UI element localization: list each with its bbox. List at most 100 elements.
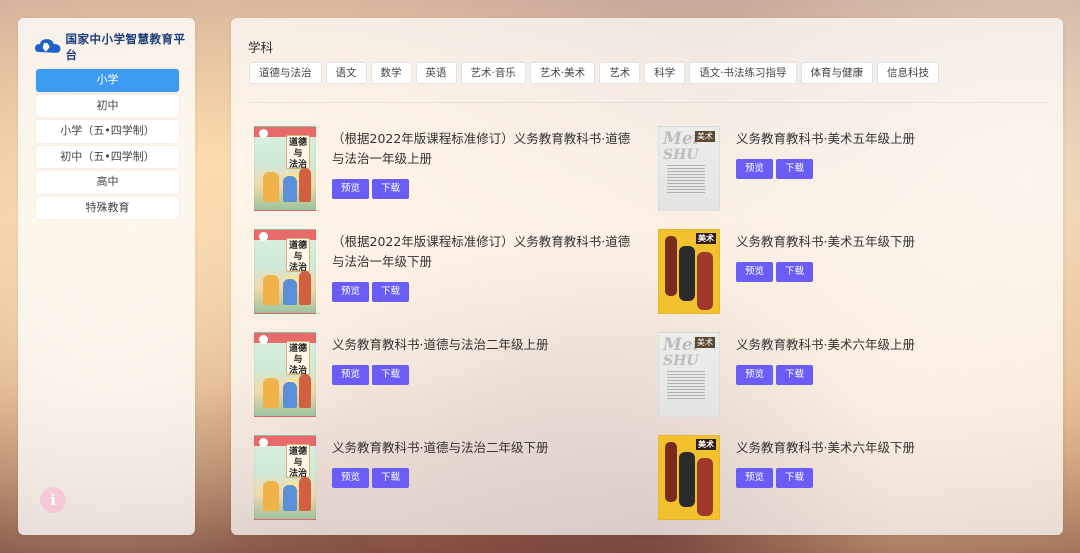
cover-figure — [299, 271, 311, 305]
book-actions: 预览 下载 — [332, 179, 632, 199]
preview-button[interactable]: 预览 — [332, 468, 370, 488]
download-button[interactable]: 下载 — [776, 365, 814, 385]
book-title[interactable]: 义务教育教科书·美术五年级上册 — [736, 129, 915, 149]
cover-title: 道德与法治 — [286, 341, 310, 376]
cover-title: Mei — [663, 129, 700, 149]
book-card: 道德与法治 义务教育教科书·道德与法治二年级上册 预览 下载 — [254, 332, 658, 435]
nav-item-primary-54[interactable]: 小学（五•四学制） — [36, 120, 179, 143]
download-button[interactable]: 下载 — [372, 468, 410, 488]
download-button[interactable]: 下载 — [776, 262, 814, 282]
subject-tab[interactable]: 信息科技 — [877, 62, 940, 84]
subject-tab[interactable]: 道德与法治 — [249, 62, 322, 84]
book-info: 义务教育教科书·美术六年级上册 预览 下载 — [720, 332, 915, 435]
book-cover[interactable]: 道德与法治 — [254, 229, 316, 314]
cover-title-line: 道德 — [288, 241, 307, 251]
book-info: （根据2022年版课程标准修订）义务教育教科书·道德与法治一年级下册 预览 下载 — [316, 229, 632, 332]
book-cover[interactable]: 道德与法治 — [254, 435, 316, 520]
logo-text: 国家中小学智慧教育平台 — [65, 32, 186, 62]
seal-icon — [259, 335, 268, 344]
cover-figure — [283, 176, 297, 202]
cover-figure — [263, 378, 279, 408]
book-title[interactable]: （根据2022年版课程标准修订）义务教育教科书·道德与法治一年级下册 — [332, 232, 632, 272]
subject-tab[interactable]: 英语 — [415, 62, 457, 84]
seal-icon — [259, 129, 268, 138]
book-cover[interactable]: 美术 — [658, 435, 720, 520]
platform-logo-icon — [34, 39, 61, 53]
book-cover[interactable]: 美术 — [658, 229, 720, 314]
nav-item-senior[interactable]: 高中 — [36, 171, 179, 194]
cover-figure — [263, 481, 279, 511]
book-cover[interactable]: 道德与法治 — [254, 332, 316, 417]
book-title[interactable]: 义务教育教科书·道德与法治二年级上册 — [332, 335, 548, 355]
book-card: 道德与法治 义务教育教科书·道德与法治二年级下册 预览 下载 — [254, 435, 658, 538]
nav-item-junior[interactable]: 初中 — [36, 94, 179, 117]
preview-button[interactable]: 预览 — [736, 159, 774, 179]
cover-title-line: 道德 — [288, 344, 307, 354]
preview-button[interactable]: 预览 — [332, 282, 370, 302]
cover-figure — [263, 172, 279, 202]
cover-label: 美术 — [695, 131, 715, 142]
preview-button[interactable]: 预览 — [736, 365, 774, 385]
nav-item-junior-54[interactable]: 初中（五•四学制） — [36, 145, 179, 168]
cover-figure — [697, 458, 713, 516]
cover-figure — [697, 252, 713, 310]
book-actions: 预览 下载 — [736, 159, 915, 179]
book-info: 义务教育教科书·美术五年级上册 预览 下载 — [720, 126, 915, 229]
subject-tab[interactable]: 语文 — [325, 62, 367, 84]
book-card: 道德与法治 （根据2022年版课程标准修订）义务教育教科书·道德与法治一年级上册… — [254, 126, 658, 229]
cover-title-line: 道德 — [288, 138, 307, 148]
subject-tab[interactable]: 体育与健康 — [800, 62, 874, 84]
download-button[interactable]: 下载 — [372, 179, 410, 199]
download-button[interactable]: 下载 — [776, 159, 814, 179]
subject-tab[interactable]: 艺术 — [599, 62, 641, 84]
cover-label: 美术 — [696, 233, 716, 244]
book-actions: 预览 下载 — [736, 468, 915, 488]
cover-title-line: 与 — [293, 355, 303, 365]
cover-figure — [679, 246, 695, 301]
cover-figure — [665, 442, 677, 502]
download-button[interactable]: 下载 — [372, 365, 410, 385]
subject-tab[interactable]: 科学 — [644, 62, 686, 84]
book-cover[interactable]: Mei SHU 美术 — [658, 126, 720, 211]
book-info: 义务教育教科书·美术六年级下册 预览 下载 — [720, 435, 915, 538]
download-button[interactable]: 下载 — [372, 282, 410, 302]
book-actions: 预览 下载 — [736, 262, 915, 282]
book-info: 义务教育教科书·道德与法治二年级下册 预览 下载 — [316, 435, 548, 538]
book-title[interactable]: 义务教育教科书·道德与法治二年级下册 — [332, 438, 548, 458]
preview-button[interactable]: 预览 — [332, 365, 370, 385]
cover-text-block — [667, 165, 705, 195]
subject-tab[interactable]: 艺术·美术 — [529, 62, 596, 84]
cover-text-block — [667, 371, 705, 401]
subject-tab[interactable]: 数学 — [370, 62, 412, 84]
subject-tab[interactable]: 艺术·音乐 — [460, 62, 526, 84]
book-title[interactable]: 义务教育教科书·美术六年级下册 — [736, 438, 915, 458]
info-icon[interactable]: i — [40, 487, 66, 513]
cover-figure — [263, 275, 279, 305]
cover-title: SHU — [663, 353, 699, 369]
book-grid: 道德与法治 （根据2022年版课程标准修订）义务教育教科书·道德与法治一年级上册… — [254, 126, 1044, 538]
nav-item-primary[interactable]: 小学 — [36, 69, 179, 92]
preview-button[interactable]: 预览 — [332, 179, 370, 199]
book-actions: 预览 下载 — [332, 282, 632, 302]
book-title[interactable]: （根据2022年版课程标准修订）义务教育教科书·道德与法治一年级上册 — [332, 129, 632, 169]
sidebar: 国家中小学智慧教育平台 小学 初中 小学（五•四学制） 初中（五•四学制） 高中… — [18, 18, 195, 535]
cover-figure — [299, 168, 311, 202]
cover-title: 道德与法治 — [286, 238, 310, 273]
book-title[interactable]: 义务教育教科书·美术六年级上册 — [736, 335, 915, 355]
book-cover[interactable]: Mei SHU 美术 — [658, 332, 720, 417]
cover-title-line: 与 — [293, 149, 303, 159]
cover-figure — [283, 382, 297, 408]
cover-figure — [283, 279, 297, 305]
book-title[interactable]: 义务教育教科书·美术五年级下册 — [736, 232, 915, 252]
download-button[interactable]: 下载 — [776, 468, 814, 488]
cover-figure — [679, 452, 695, 507]
nav-item-special-education[interactable]: 特殊教育 — [36, 196, 179, 219]
preview-button[interactable]: 预览 — [736, 468, 774, 488]
subject-tab[interactable]: 语文·书法练习指导 — [689, 62, 797, 84]
book-card: 美术 义务教育教科书·美术六年级下册 预览 下载 — [658, 435, 1044, 538]
cover-figure — [299, 374, 311, 408]
logo: 国家中小学智慧教育平台 — [34, 32, 195, 62]
book-cover[interactable]: 道德与法治 — [254, 126, 316, 211]
preview-button[interactable]: 预览 — [736, 262, 774, 282]
cover-title-line: 与 — [293, 252, 303, 262]
